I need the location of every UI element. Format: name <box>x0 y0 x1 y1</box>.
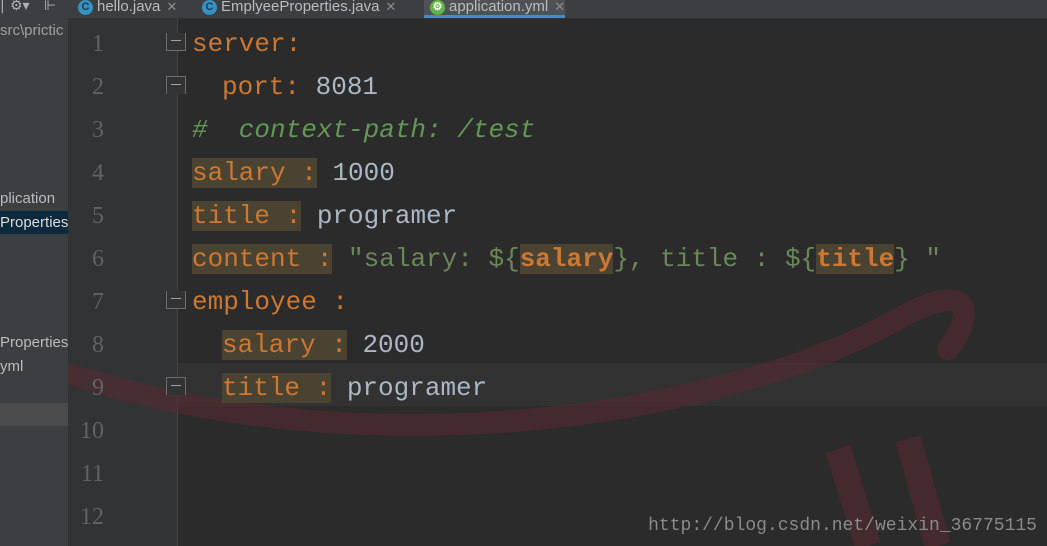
tab-emplyee-properties[interactable]: C EmplyeeProperties.java ✕ <box>196 0 396 18</box>
yaml-key: employee : <box>192 287 349 317</box>
yaml-value: 1000 <box>332 158 395 188</box>
yaml-key: title : <box>222 373 332 403</box>
project-path[interactable]: src\prictic <box>0 19 68 42</box>
code-line-7[interactable]: employee : <box>192 281 348 324</box>
code-line-3[interactable]: # context-path: /test <box>192 109 535 152</box>
tree-item-yml[interactable]: yml <box>0 355 68 378</box>
fold-toggle-icon[interactable] <box>166 33 186 51</box>
yaml-key: server: <box>192 29 302 59</box>
yaml-value: programer <box>316 201 458 231</box>
yaml-string: }, title : ${ <box>613 244 817 274</box>
tab-application-yml[interactable]: ⚙ application.yml ✕ <box>424 0 566 18</box>
line-number: 4 <box>92 160 104 186</box>
line-number: 12 <box>80 504 104 530</box>
yaml-string: } " <box>894 244 941 274</box>
yaml-string: "salary: ${ <box>348 244 520 274</box>
tree-item-properties[interactable]: Properties <box>0 331 68 354</box>
line-number: 2 <box>92 74 104 100</box>
line-number: 9 <box>92 375 104 401</box>
yaml-value: programer <box>346 373 488 403</box>
collapse-icon[interactable]: ⊩ <box>44 0 56 14</box>
line-number: 1 <box>92 31 104 57</box>
watermark: http://blog.csdn.net/weixin_36775115 <box>648 516 1037 536</box>
close-icon[interactable]: ✕ <box>554 0 565 14</box>
line-number: 7 <box>92 289 104 315</box>
yaml-reference: title <box>816 244 895 274</box>
code-line-9[interactable]: title : programer <box>222 367 487 410</box>
code-line-8[interactable]: salary : 2000 <box>222 324 425 367</box>
yaml-key: salary : <box>222 330 347 360</box>
line-number: 5 <box>92 203 104 229</box>
yaml-value: 2000 <box>362 330 425 360</box>
tab-label: EmplyeeProperties.java <box>221 0 380 15</box>
tab-label: application.yml <box>449 0 549 15</box>
code-line-1[interactable]: server: <box>192 23 301 66</box>
close-icon[interactable]: ✕ <box>385 0 396 14</box>
project-toolbar: | ⚙▾ ⊩ <box>0 0 68 18</box>
tree-item-properties-selected[interactable]: Properties <box>0 211 68 234</box>
close-icon[interactable]: ✕ <box>166 0 177 14</box>
code-line-5[interactable]: title : programer <box>192 195 457 238</box>
code-line-6[interactable]: content : "salary: ${salary}, title : ${… <box>192 238 941 281</box>
editor-tab-bar: Chello.java ✕ C EmplyeeProperties.java ✕ ⚙ a… <box>68 0 1047 19</box>
fold-toggle-icon[interactable] <box>166 291 186 309</box>
yaml-key: port: <box>222 72 301 102</box>
code-line-4[interactable]: salary : 1000 <box>192 152 395 195</box>
line-number: 8 <box>92 332 104 358</box>
yaml-comment: # context-path: /test <box>192 115 536 145</box>
fold-end-icon[interactable] <box>166 377 186 395</box>
tab-hello-java[interactable]: Chello.java ✕ <box>72 0 177 18</box>
yaml-reference: salary <box>519 244 614 274</box>
yaml-key: title : <box>192 201 302 231</box>
line-number: 3 <box>92 117 104 143</box>
tab-label: hello.java <box>97 0 161 15</box>
fold-end-icon[interactable] <box>166 76 186 94</box>
tree-item-current[interactable] <box>0 403 68 426</box>
yaml-key: content : <box>192 244 333 274</box>
tree-item-application[interactable]: plication <box>0 187 68 210</box>
yaml-value: 8081 <box>315 72 379 102</box>
java-class-icon: C <box>78 0 93 15</box>
code-line-2[interactable]: port: 8081 <box>222 66 378 109</box>
line-number: 11 <box>80 461 104 487</box>
line-number: 6 <box>92 246 104 272</box>
gear-icon[interactable]: ⚙▾ <box>10 0 30 14</box>
line-number: 10 <box>80 418 104 444</box>
project-panel: | ⚙▾ ⊩ src\prictic plication Properties … <box>0 0 69 546</box>
separator-icon: | <box>0 0 5 14</box>
yml-file-icon: ⚙ <box>430 0 445 15</box>
java-class-icon: C <box>202 0 217 15</box>
yaml-key: salary : <box>192 158 317 188</box>
